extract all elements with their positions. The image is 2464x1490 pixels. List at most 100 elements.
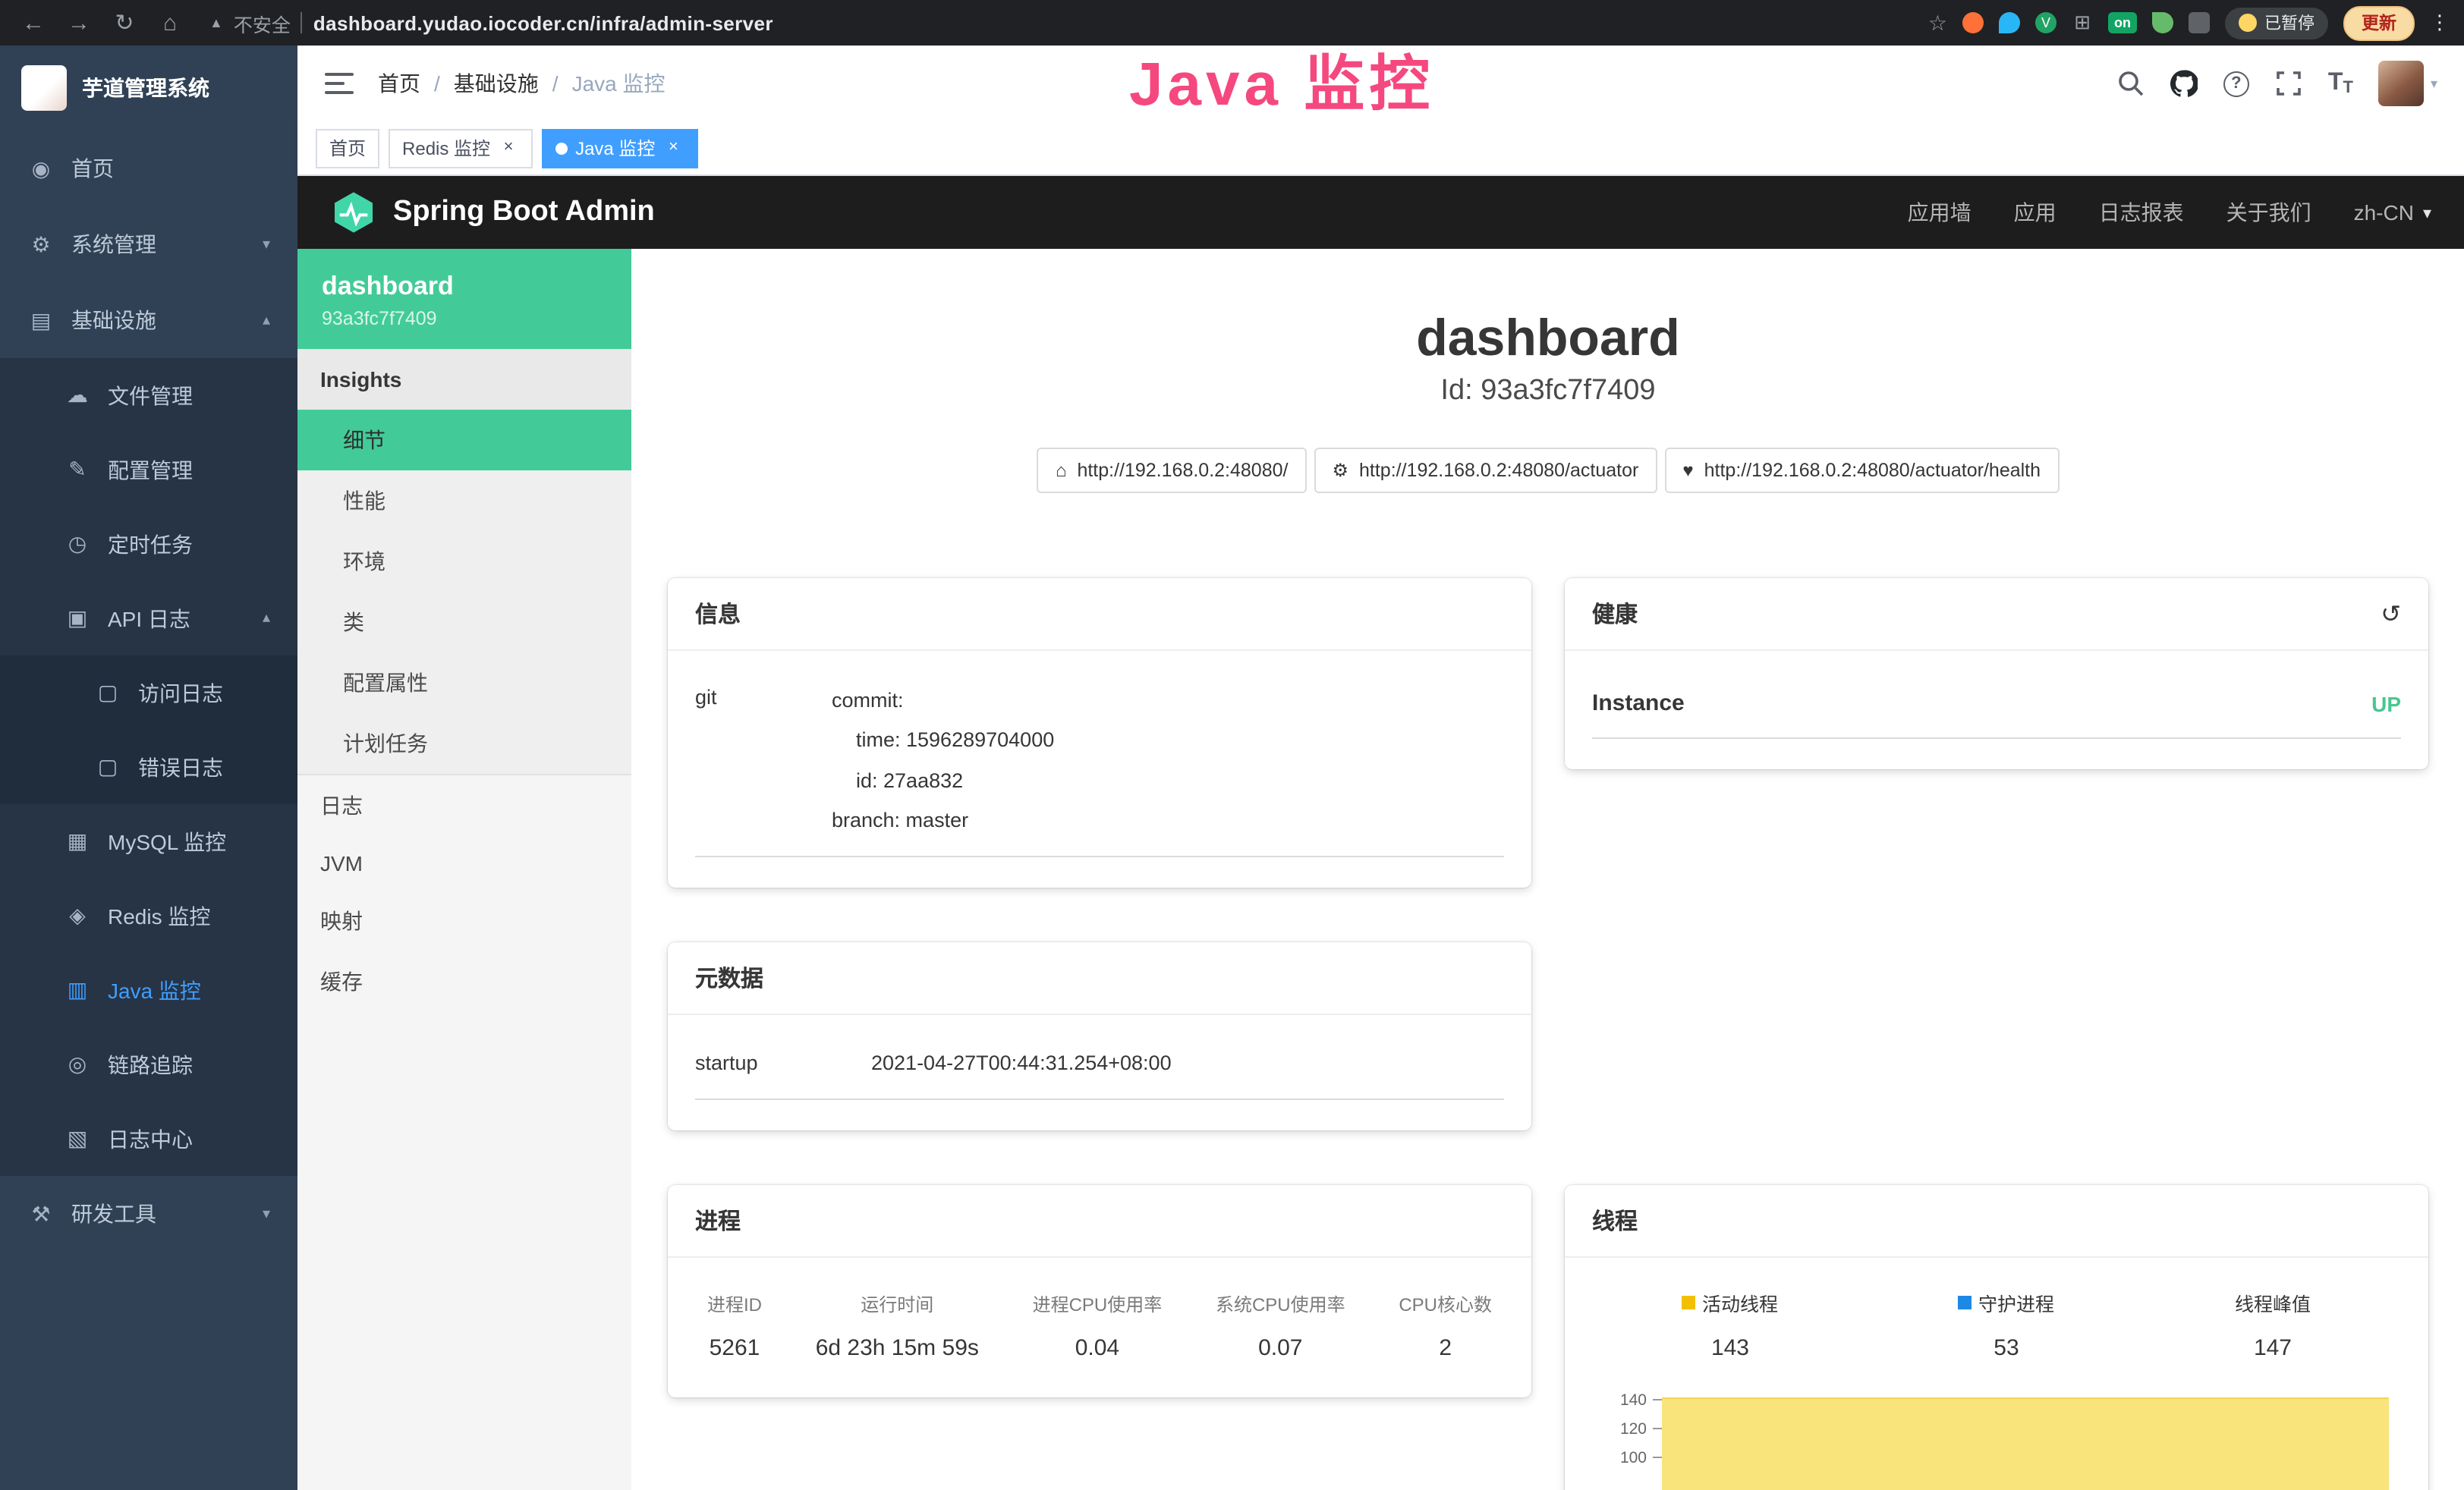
browser-home-icon[interactable]: ⌂ (152, 10, 188, 36)
chrome-update-button[interactable]: 更新 (2343, 5, 2415, 40)
user-menu[interactable]: ▾ (2379, 61, 2437, 106)
chevron-down-icon: ▾ (263, 1206, 270, 1222)
url-text[interactable]: dashboard.yudao.iocoder.cn/infra/admin-s… (313, 11, 773, 34)
sba-item-caches[interactable]: 缓存 (297, 951, 631, 1012)
sidebar-item-api-logs[interactable]: ▣ API 日志 ▴ (0, 581, 297, 655)
sidebar-item-scheduled-jobs[interactable]: ◷ 定时任务 (0, 507, 297, 581)
breadcrumb: 首页 / 基础设施 / Java 监控 (378, 68, 666, 99)
address-bar[interactable]: ▲ 不安全 dashboard.yudao.iocoder.cn/infra/a… (197, 8, 1919, 37)
extension-leaf-icon[interactable] (2152, 12, 2173, 33)
sba-item-jvm[interactable]: JVM (297, 836, 631, 891)
tab-home[interactable]: 首页 (316, 128, 379, 168)
sba-item-mappings[interactable]: 映射 (297, 891, 631, 951)
extension-v-icon[interactable]: V (2035, 12, 2056, 33)
sba-item-scheduled-tasks[interactable]: 计划任务 (297, 713, 631, 774)
sidebar-item-tracing[interactable]: ◎ 链路追踪 (0, 1027, 297, 1102)
hamburger-icon[interactable] (325, 73, 354, 95)
pencil-icon: ✎ (64, 457, 91, 483)
process-card: 进程 进程ID 5261 (668, 1186, 1531, 1398)
sba-navbar: Spring Boot Admin 应用墙 应用 日志报表 关于我们 zh-CN… (297, 176, 2464, 249)
sidebar-item-redis-monitor[interactable]: ◈ Redis 监控 (0, 879, 297, 953)
sidebar-item-home[interactable]: ◉ 首页 (0, 130, 297, 206)
security-warning-label[interactable]: 不安全 (234, 8, 291, 37)
access-log-icon: ▢ (94, 680, 121, 706)
endpoint-root-button[interactable]: ⌂ http://192.168.0.2:48080/ (1037, 448, 1307, 493)
sba-item-environment[interactable]: 环境 (297, 531, 631, 592)
extension-fox-icon[interactable] (1962, 12, 1984, 33)
extension-on-badge[interactable]: on (2108, 12, 2137, 33)
history-icon[interactable]: ↺ (2381, 599, 2401, 629)
search-icon[interactable] (2117, 70, 2145, 97)
infrastructure-icon: ▤ (27, 307, 55, 333)
sidebar-item-system[interactable]: ⚙ 系统管理 ▾ (0, 206, 297, 282)
sba-item-details[interactable]: 细节 (297, 410, 631, 470)
health-status-badge: UP (2371, 691, 2401, 715)
avatar[interactable] (2379, 61, 2425, 106)
extensions-puzzle-icon[interactable] (2189, 12, 2210, 33)
sba-brand-title: Spring Boot Admin (393, 196, 655, 229)
font-size-icon[interactable]: TT (2328, 70, 2353, 97)
col-header: 进程ID (707, 1292, 762, 1318)
system-cpu-col: 系统CPU使用率 0.07 (1216, 1292, 1345, 1362)
threads-chart: 140 120 100 (1592, 1386, 2401, 1473)
close-icon[interactable]: × (498, 137, 519, 159)
card-row-2: 元数据 startup 2021-04-27T00:44:31.254+08:0… (668, 943, 2428, 1131)
sidebar-item-infrastructure[interactable]: ▤ 基础设施 ▴ (0, 282, 297, 358)
address-divider (301, 12, 303, 33)
sba-nav-journal[interactable]: 日志报表 (2099, 197, 2184, 228)
close-icon[interactable]: × (662, 137, 684, 159)
metadata-card-header: 元数据 (668, 943, 1531, 1016)
github-icon[interactable] (2170, 70, 2198, 97)
sba-nav-wallboard[interactable]: 应用墙 (1908, 197, 1972, 228)
endpoint-url: http://192.168.0.2:48080/actuator (1359, 460, 1638, 481)
browser-back-icon[interactable]: ← (15, 10, 52, 36)
sba-nav-about[interactable]: 关于我们 (2226, 197, 2311, 228)
sba-item-metrics[interactable]: 性能 (297, 470, 631, 531)
info-card: 信息 git commit: time: 1596289704000 (668, 578, 1531, 888)
endpoint-buttons: ⌂ http://192.168.0.2:48080/ ⚙ http://192… (668, 448, 2428, 493)
sba-other-items: 日志 JVM 映射 缓存 (297, 775, 631, 1012)
breadcrumb-separator: / (552, 71, 559, 96)
git-id-line: id: 27aa832 (832, 761, 1504, 801)
y-tick-label: 140 (1620, 1391, 1647, 1410)
git-time-line: time: 1596289704000 (832, 721, 1504, 762)
breadcrumb-home[interactable]: 首页 (378, 68, 420, 99)
bookmark-star-icon[interactable]: ☆ (1928, 10, 1947, 36)
git-commit-line: commit: (832, 681, 1504, 721)
sidebar-item-access-logs[interactable]: ▢ 访问日志 (0, 655, 297, 730)
tab-java-monitor[interactable]: Java 监控 × (542, 128, 697, 168)
sidebar-item-file-management[interactable]: ☁ 文件管理 (0, 358, 297, 432)
sba-body: dashboard 93a3fc7f7409 Insights 细节 性能 环境… (297, 249, 2464, 1490)
app-logo-row[interactable]: 芋道管理系统 (0, 46, 297, 130)
browser-forward-icon[interactable]: → (61, 10, 97, 36)
sidebar-item-error-logs[interactable]: ▢ 错误日志 (0, 730, 297, 804)
sidebar-item-config-management[interactable]: ✎ 配置管理 (0, 432, 297, 507)
process-cpu-col: 进程CPU使用率 0.04 (1033, 1292, 1163, 1362)
sidebar-item-mysql-monitor[interactable]: ▦ MySQL 监控 (0, 804, 297, 879)
log-center-icon: ▧ (64, 1126, 91, 1152)
endpoint-actuator-button[interactable]: ⚙ http://192.168.0.2:48080/actuator (1314, 448, 1657, 493)
extension-grid-icon[interactable]: ⊞ (2072, 12, 2093, 33)
help-icon[interactable]: ? (2223, 71, 2249, 96)
sidebar-item-label: 访问日志 (138, 677, 223, 708)
tab-redis-monitor[interactable]: Redis 监控 × (389, 128, 533, 168)
sidebar-item-dev-tools[interactable]: ⚒ 研发工具 ▾ (0, 1176, 297, 1252)
instance-id: 93a3fc7f7409 (322, 308, 607, 329)
sba-nav-applications[interactable]: 应用 (2014, 197, 2056, 228)
extension-drop-icon[interactable] (1999, 12, 2020, 33)
endpoint-health-button[interactable]: ♥ http://192.168.0.2:48080/actuator/heal… (1664, 448, 2059, 493)
fullscreen-icon[interactable] (2275, 70, 2302, 97)
sba-item-config-props[interactable]: 配置属性 (297, 652, 631, 713)
sba-frame: Spring Boot Admin 应用墙 应用 日志报表 关于我们 zh-CN… (297, 176, 2464, 1490)
sba-brand[interactable]: Spring Boot Admin (331, 190, 655, 235)
col-value: 5261 (707, 1336, 762, 1362)
sidebar-item-log-center[interactable]: ▧ 日志中心 (0, 1102, 297, 1176)
sba-locale-select[interactable]: zh-CN ▾ (2354, 200, 2431, 225)
browser-menu-icon[interactable]: ⋮ (2430, 11, 2450, 35)
sba-item-logs[interactable]: 日志 (297, 775, 631, 836)
sidebar-item-java-monitor[interactable]: ▥ Java 监控 (0, 953, 297, 1027)
sba-item-classes[interactable]: 类 (297, 592, 631, 652)
paused-pill[interactable]: 已暂停 (2225, 7, 2328, 39)
breadcrumb-infrastructure[interactable]: 基础设施 (454, 68, 539, 99)
browser-reload-icon[interactable]: ↻ (106, 9, 143, 36)
